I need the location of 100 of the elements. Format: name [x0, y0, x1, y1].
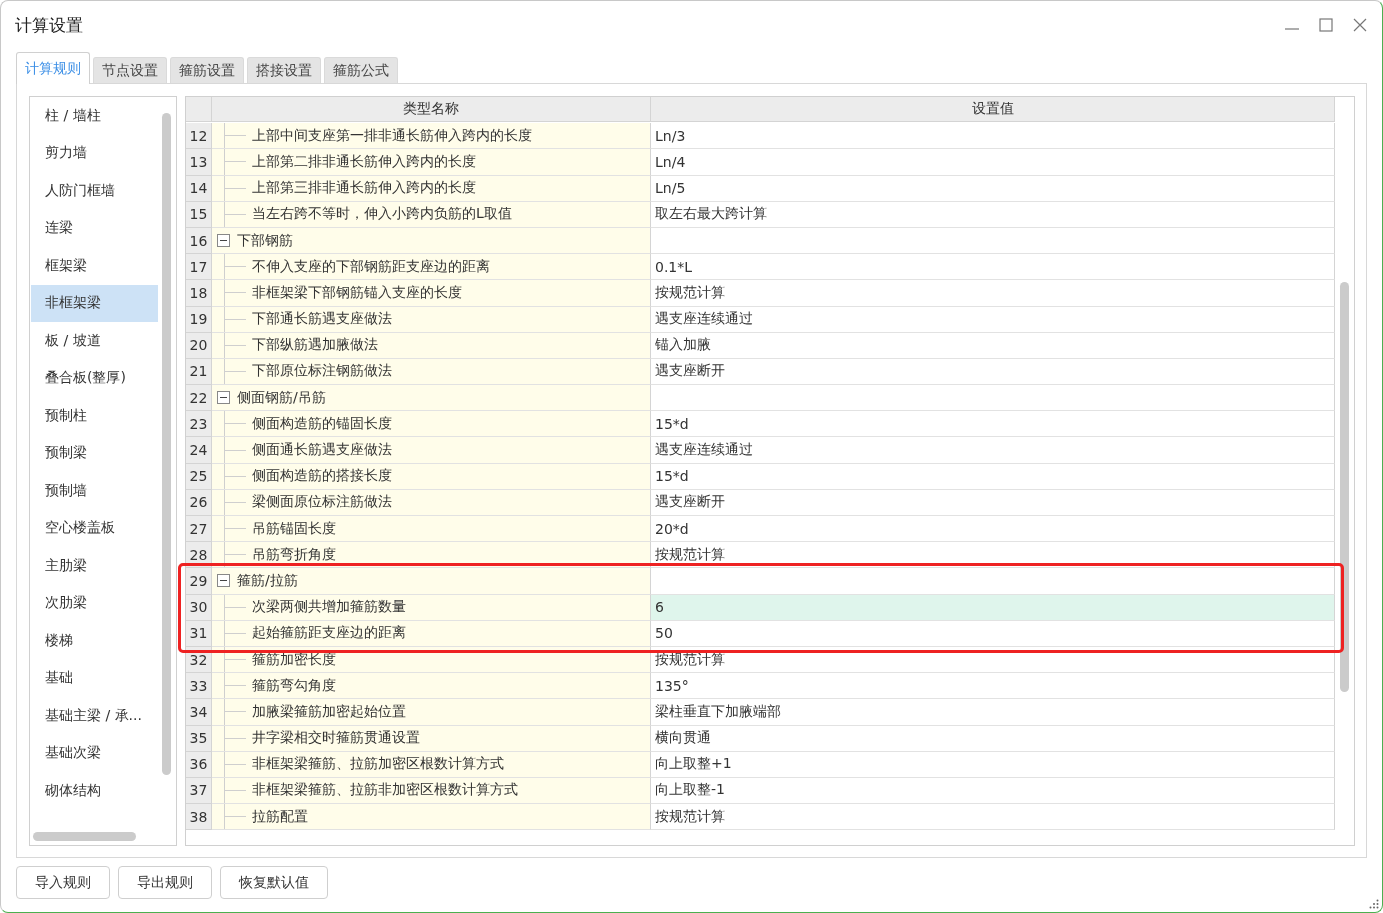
scrollbar-thumb[interactable] — [162, 113, 171, 775]
category-item[interactable]: 预制墙 — [31, 472, 158, 510]
row-number: 13 — [186, 149, 212, 176]
collapse-icon[interactable] — [217, 574, 230, 588]
setting-value[interactable]: Ln/5 — [651, 175, 1335, 202]
setting-value[interactable]: 50 — [651, 620, 1335, 647]
category-item[interactable]: 砌体结构 — [31, 772, 158, 810]
collapse-icon[interactable] — [217, 391, 230, 405]
setting-name: 梁侧面原位标注筋做法 — [252, 493, 392, 512]
setting-value[interactable]: 梁柱垂直下加腋端部 — [651, 699, 1335, 726]
setting-value[interactable]: 向上取整-1 — [651, 777, 1335, 805]
setting-name: 侧面通长筋遇支座做法 — [252, 441, 392, 460]
row-number: 25 — [186, 463, 212, 490]
close-icon[interactable] — [1352, 17, 1368, 33]
action-button[interactable]: 导出规则 — [118, 866, 212, 899]
setting-value[interactable]: 0.1*L — [651, 254, 1335, 281]
setting-value[interactable]: 按规范计算 — [651, 804, 1335, 831]
setting-value[interactable]: Ln/3 — [651, 123, 1335, 150]
row-number: 38 — [186, 804, 212, 831]
category-item[interactable]: 楼梯 — [31, 622, 158, 660]
row-number: 12 — [186, 123, 212, 150]
row-number: 37 — [186, 777, 212, 805]
setting-value[interactable]: 按规范计算 — [651, 280, 1335, 307]
row-number: 24 — [186, 437, 212, 464]
row-number: 28 — [186, 542, 212, 569]
scrollbar-thumb[interactable] — [1340, 282, 1349, 692]
row-number: 27 — [186, 516, 212, 543]
setting-name: 当左右跨不等时，伸入小跨内负筋的L取值 — [252, 205, 512, 224]
setting-value[interactable]: 135° — [651, 673, 1335, 700]
category-item[interactable]: 非框架梁 — [31, 284, 158, 322]
category-item[interactable]: 主肋梁 — [31, 547, 158, 585]
setting-value[interactable]: 横向贯通 — [651, 725, 1335, 752]
row-number: 19 — [186, 306, 212, 333]
category-item[interactable]: 预制柱 — [31, 397, 158, 435]
setting-value[interactable]: 20*d — [651, 516, 1335, 543]
row-number: 23 — [186, 411, 212, 438]
category-item[interactable]: 框架梁 — [31, 247, 158, 285]
maximize-icon[interactable] — [1318, 17, 1334, 33]
setting-value[interactable]: 遇支座断开 — [651, 489, 1335, 516]
window-title: 计算设置 — [15, 13, 83, 37]
category-item[interactable]: 柱 / 墙柱 — [31, 97, 158, 135]
setting-name: 非框架梁箍筋、拉筋非加密区根数计算方式 — [252, 781, 518, 800]
row-number: 31 — [186, 620, 212, 647]
setting-name: 箍筋弯勾角度 — [252, 676, 336, 695]
category-item[interactable]: 空心楼盖板 — [31, 509, 158, 547]
tab[interactable]: 计算规则 — [16, 52, 90, 84]
tab[interactable]: 搭接设置 — [247, 57, 321, 83]
scrollbar-thumb[interactable] — [33, 832, 136, 841]
collapse-icon[interactable] — [217, 234, 230, 248]
setting-value[interactable]: 15*d — [651, 463, 1335, 490]
setting-name: 下部原位标注钢筋做法 — [252, 362, 392, 381]
setting-name: 吊筋锚固长度 — [252, 519, 336, 538]
setting-value[interactable]: 6 — [651, 594, 1335, 621]
category-item[interactable]: 基础 — [31, 659, 158, 697]
category-item[interactable]: 剪力墙 — [31, 134, 158, 172]
column-header: 设置值 — [651, 97, 1335, 122]
setting-value[interactable]: 15*d — [651, 411, 1335, 438]
category-item[interactable]: 人防门框墙 — [31, 172, 158, 210]
row-number: 36 — [186, 751, 212, 778]
category-item[interactable]: 连梁 — [31, 209, 158, 247]
setting-value[interactable]: Ln/4 — [651, 149, 1335, 176]
setting-name: 非框架梁下部钢筋锚入支座的长度 — [252, 283, 462, 302]
row-number: 14 — [186, 175, 212, 202]
action-button[interactable]: 导入规则 — [16, 866, 110, 899]
setting-name: 上部第三排非通长筋伸入跨内的长度 — [252, 179, 476, 198]
setting-value[interactable]: 锚入加腋 — [651, 332, 1335, 359]
setting-name: 上部第二排非通长筋伸入跨内的长度 — [252, 152, 476, 171]
row-number: 30 — [186, 594, 212, 621]
tab[interactable]: 节点设置 — [93, 57, 167, 83]
category-item[interactable]: 预制梁 — [31, 434, 158, 472]
setting-value[interactable]: 向上取整+1 — [651, 751, 1335, 778]
row-number: 15 — [186, 201, 212, 228]
setting-name: 侧面构造筋的搭接长度 — [252, 467, 392, 486]
category-item[interactable]: 板 / 坡道 — [31, 322, 158, 360]
row-number: 35 — [186, 725, 212, 752]
setting-name: 侧面构造筋的锚固长度 — [252, 414, 392, 433]
setting-value[interactable]: 遇支座连续通过 — [651, 306, 1335, 333]
category-item[interactable]: 基础主梁 / 承... — [31, 697, 158, 735]
row-number: 17 — [186, 254, 212, 281]
row-number: 26 — [186, 489, 212, 516]
row-number: 22 — [186, 385, 212, 412]
category-item[interactable]: 基础次梁 — [31, 734, 158, 772]
setting-name: 下部钢筋 — [237, 231, 293, 250]
setting-name: 侧面钢筋/吊筋 — [237, 388, 326, 407]
row-number: 33 — [186, 673, 212, 700]
setting-value[interactable]: 遇支座断开 — [651, 358, 1335, 386]
setting-name: 非框架梁箍筋、拉筋加密区根数计算方式 — [252, 755, 504, 774]
category-item[interactable]: 叠合板(整厚) — [31, 359, 158, 397]
setting-value[interactable]: 按规范计算 — [651, 542, 1335, 569]
setting-name: 起始箍筋距支座边的距离 — [252, 624, 406, 643]
category-item[interactable]: 次肋梁 — [31, 584, 158, 622]
setting-name: 吊筋弯折角度 — [252, 545, 336, 564]
setting-name: 箍筋/拉筋 — [237, 571, 298, 590]
setting-name: 箍筋加密长度 — [252, 650, 336, 669]
setting-value[interactable]: 取左右最大跨计算 — [651, 201, 1335, 228]
tab[interactable]: 箍筋公式 — [324, 57, 398, 83]
tab[interactable]: 箍筋设置 — [170, 57, 244, 83]
action-button[interactable]: 恢复默认值 — [220, 866, 328, 899]
setting-value[interactable]: 遇支座连续通过 — [651, 437, 1335, 464]
resize-grip-icon[interactable] — [1369, 899, 1379, 909]
